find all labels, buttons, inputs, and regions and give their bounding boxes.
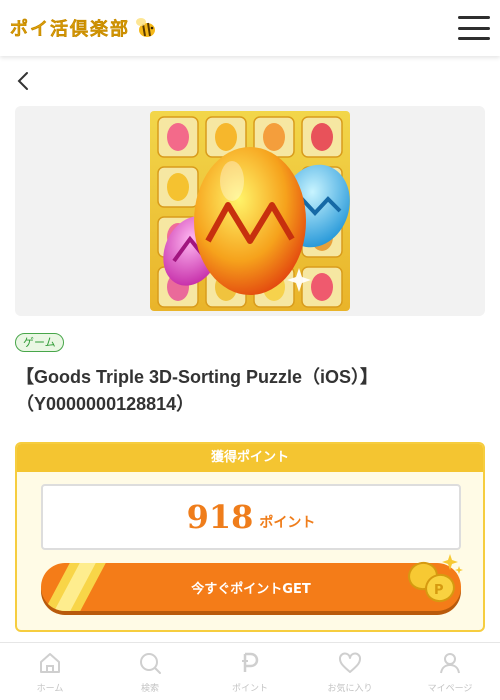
coins-icon: P: [408, 554, 463, 603]
game-thumbnail: [150, 111, 350, 311]
menu-button[interactable]: [458, 14, 490, 42]
nav-mypage[interactable]: マイページ: [400, 643, 500, 700]
bee-icon: [136, 18, 155, 37]
heart-icon: [339, 652, 361, 673]
get-points-label: 今すぐポイントGET: [191, 581, 311, 597]
back-chevron-icon[interactable]: [14, 70, 34, 92]
nav-favorites[interactable]: お気に入り: [300, 643, 400, 700]
nav-search[interactable]: 検索: [100, 643, 200, 700]
nav-home[interactable]: ホーム: [0, 643, 100, 700]
points-header: 獲得ポイント: [17, 444, 483, 472]
menu-bar: [458, 16, 490, 19]
category-tag: ゲーム: [15, 333, 64, 352]
nav-label-favorites: お気に入り: [327, 684, 373, 694]
person-icon: [440, 653, 460, 674]
nav-label-home: ホーム: [36, 684, 64, 694]
site-logo[interactable]: ポイ活倶楽部: [10, 16, 158, 40]
point-icon: [242, 652, 259, 672]
points-display: 918 ポイント: [41, 484, 461, 550]
offer-title: 【Goods Triple 3D-Sorting Puzzle（iOS）】（Y0…: [16, 367, 379, 414]
menu-bar: [458, 37, 490, 40]
points-unit: ポイント: [259, 515, 316, 531]
logo-text: ポイ活倶楽部: [10, 19, 130, 40]
menu-bar: [458, 26, 490, 30]
home-icon: [40, 653, 60, 673]
nav-label-mypage: マイページ: [427, 684, 473, 694]
svg-text:P: P: [434, 583, 444, 598]
app-header: ポイ活倶楽部: [0, 0, 500, 56]
points-value: 918: [186, 498, 254, 536]
get-points-button[interactable]: 今すぐポイントGET: [41, 563, 461, 611]
nav-label-search: 検索: [140, 684, 159, 694]
nav-points[interactable]: ポイント: [200, 643, 300, 700]
bottom-navigation: ホーム 検索 ポイント お気に入り マイページ: [0, 642, 500, 700]
search-icon: [140, 653, 161, 674]
offer-banner: [15, 106, 485, 316]
nav-label-points: ポイント: [231, 684, 268, 694]
